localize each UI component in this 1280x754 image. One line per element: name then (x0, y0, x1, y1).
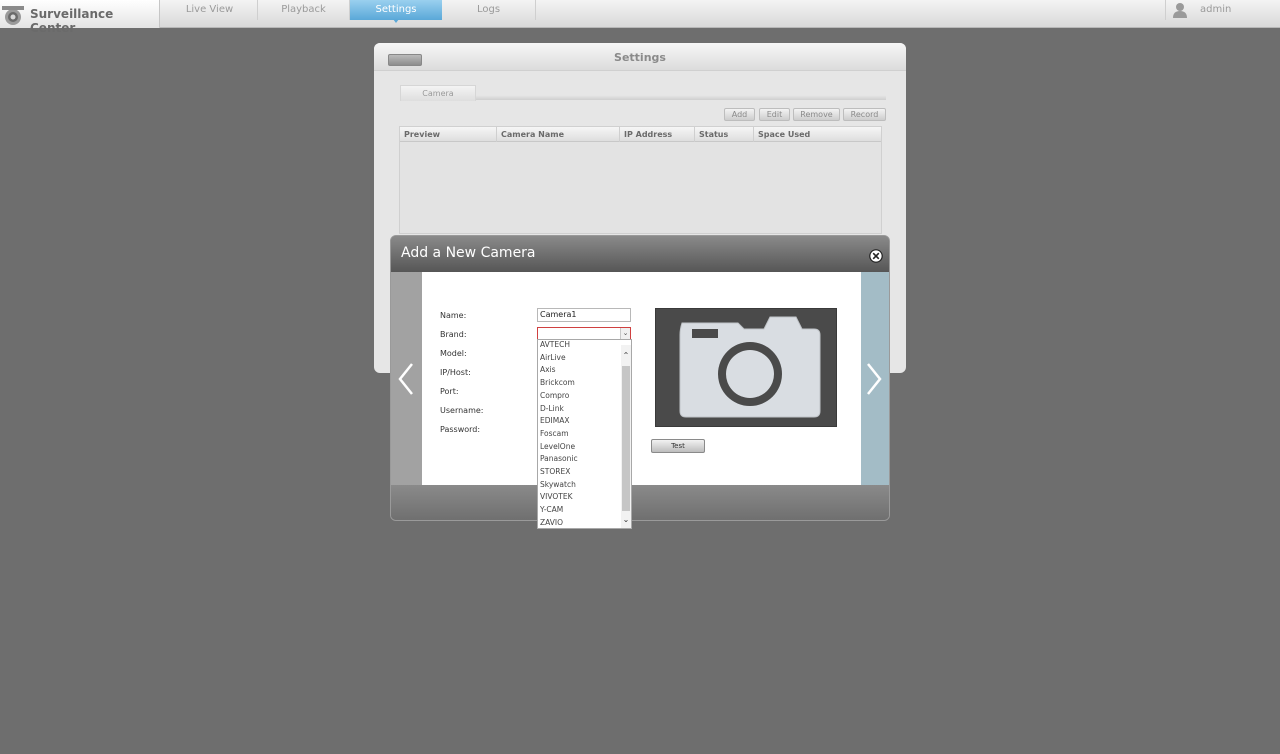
dialog-header: Add a New Camera (391, 236, 889, 272)
column-header-preview[interactable]: Preview (400, 127, 497, 142)
dropdown-option-edimax[interactable]: EDIMAX (540, 415, 569, 427)
close-icon[interactable] (869, 249, 883, 263)
dropdown-option-foscam[interactable]: Foscam (540, 428, 569, 440)
dropdown-option-airlive[interactable]: AirLive (540, 352, 566, 364)
dropdown-option-storex[interactable]: STOREX (540, 466, 570, 478)
password-label: Password: (440, 425, 481, 434)
username-label: admin (1200, 4, 1232, 15)
dropdown-option-panasonic[interactable]: Panasonic (540, 453, 578, 465)
dialog-body: Name: Brand: Model: IP/Host: Port: Usern… (422, 272, 861, 485)
dropdown-option-compro[interactable]: Compro (540, 390, 569, 402)
column-header-space-used[interactable]: Space Used (754, 127, 881, 142)
column-header-ip-address[interactable]: IP Address (620, 127, 695, 142)
port-label: Port: (440, 387, 459, 396)
scrollbar-thumb[interactable] (622, 366, 630, 511)
chevron-down-icon[interactable]: ⌄ (621, 515, 631, 525)
tab-camera[interactable]: Camera (400, 85, 476, 101)
dropdown-option-vivotek[interactable]: VIVOTEK (540, 491, 572, 503)
dropdown-option-avtech[interactable]: AVTECH (540, 340, 570, 351)
app-title: Surveillance Center (30, 7, 114, 35)
brand-area: Surveillance Center (0, 0, 160, 35)
dropdown-option-brickcom[interactable]: Brickcom (540, 377, 575, 389)
brand-label: Brand: (440, 330, 467, 339)
chevron-up-icon[interactable]: ⌃ (621, 351, 631, 361)
dropdown-option-zavio[interactable]: ZAVIO (540, 517, 563, 528)
chevron-right-icon[interactable] (865, 362, 883, 396)
remove-button[interactable]: Remove (793, 108, 840, 121)
settings-title: Settings (614, 51, 666, 64)
tab-divider (476, 95, 886, 100)
brand-dropdown-list: AVTECH AirLive Axis Brickcom Compro D-Li… (537, 339, 632, 529)
test-button[interactable]: Test (651, 439, 705, 453)
camera-table: Preview Camera Name IP Address Status Sp… (399, 126, 882, 234)
tab-live-view[interactable]: Live View (162, 0, 258, 20)
ip-host-label: IP/Host: (440, 368, 471, 377)
tab-logs[interactable]: Logs (442, 0, 536, 20)
dropdown-option-levelone[interactable]: LevelOne (540, 441, 575, 453)
table-header: Preview Camera Name IP Address Status Sp… (400, 127, 881, 142)
active-tab-caret (393, 19, 399, 23)
tab-settings[interactable]: Settings (350, 0, 442, 20)
user-icon (1173, 3, 1187, 18)
dialog-title: Add a New Camera (401, 245, 536, 261)
add-camera-dialog: Add a New Camera Name: Brand: Model: IP/… (390, 235, 890, 521)
column-header-status[interactable]: Status (695, 127, 754, 142)
dropdown-scrollbar[interactable]: ⌃ ⌄ (621, 345, 631, 528)
dropdown-option-skywatch[interactable]: Skywatch (540, 479, 576, 491)
dropdown-option-axis[interactable]: Axis (540, 364, 556, 376)
settings-header: Settings (374, 43, 906, 71)
record-button[interactable]: Record (843, 108, 886, 121)
camera-preview (655, 308, 837, 427)
dialog-footer (391, 485, 889, 520)
dropdown-option-y-cam[interactable]: Y-CAM (540, 504, 563, 516)
chevron-down-icon[interactable]: ⌄ (620, 328, 630, 339)
edit-button[interactable]: Edit (759, 108, 790, 121)
tab-playback[interactable]: Playback (258, 0, 350, 20)
user-menu[interactable]: admin (1165, 0, 1280, 20)
name-input[interactable]: Camera1 (537, 308, 631, 322)
username-field-label: Username: (440, 406, 484, 415)
camera-logo-icon (2, 6, 24, 25)
top-navigation-bar: Surveillance Center Live View Playback S… (0, 0, 1280, 35)
add-button[interactable]: Add (724, 108, 755, 121)
column-header-camera-name[interactable]: Camera Name (497, 127, 620, 142)
chevron-left-icon[interactable] (397, 362, 415, 396)
dropdown-option-d-link[interactable]: D-Link (540, 403, 564, 415)
model-label: Model: (440, 349, 467, 358)
name-label: Name: (440, 311, 467, 320)
camera-icon (679, 316, 821, 418)
